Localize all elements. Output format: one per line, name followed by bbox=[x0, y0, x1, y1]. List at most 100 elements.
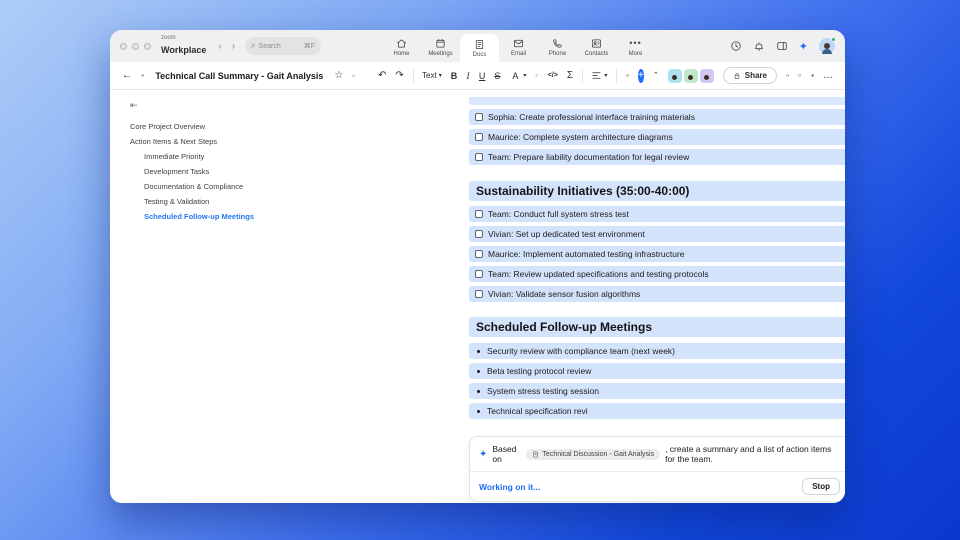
checkbox[interactable] bbox=[475, 133, 483, 141]
tab-more[interactable]: ••• More bbox=[616, 32, 655, 62]
align-dropdown[interactable]: ▾ bbox=[591, 70, 607, 81]
sidebar-item-action-items[interactable]: Action Items & Next Steps bbox=[130, 134, 290, 149]
cloud-sync-icon bbox=[352, 74, 356, 77]
tab-contacts[interactable]: Contacts bbox=[577, 32, 616, 62]
todo-item[interactable]: Vivian: Set up dedicated test environmen… bbox=[469, 226, 845, 242]
close-window-button[interactable] bbox=[120, 42, 127, 50]
underline-button[interactable]: U bbox=[479, 71, 486, 81]
tab-docs[interactable]: Docs bbox=[460, 34, 499, 62]
formula-icon[interactable]: Σ bbox=[567, 70, 573, 81]
app-window: zoom Workplace ‹ › ⌕ Search ⌘F Home Meet… bbox=[110, 30, 845, 503]
sidebar-item-scheduled-follow-up[interactable]: Scheduled Follow-up Meetings bbox=[130, 209, 290, 224]
sidebar-item-core-project-overview[interactable]: Core Project Overview bbox=[130, 119, 290, 134]
home-icon bbox=[397, 38, 406, 48]
collaborator-avatar[interactable] bbox=[667, 68, 682, 83]
checkbox[interactable] bbox=[475, 153, 483, 161]
code-icon[interactable]: </> bbox=[548, 72, 558, 79]
document-icon bbox=[533, 451, 539, 457]
redo-icon[interactable]: ↷ bbox=[395, 70, 403, 81]
top-right-actions: ✦ bbox=[730, 30, 836, 62]
bullet-item[interactable]: Beta testing protocol review bbox=[469, 363, 845, 379]
status-online-dot bbox=[831, 37, 836, 42]
text-style-dropdown[interactable]: Text ▾ bbox=[422, 71, 442, 80]
collaborator-avatar[interactable] bbox=[699, 68, 714, 83]
source-doc-chip[interactable]: Technical Discussion - Gait Analysis bbox=[526, 448, 661, 460]
document-canvas[interactable]: Sophia: Create professional interface tr… bbox=[290, 90, 845, 503]
ai-status-text: Working on it... bbox=[479, 481, 541, 492]
todo-item[interactable]: Team: Review updated specifications and … bbox=[469, 266, 845, 282]
maximize-window-button[interactable] bbox=[144, 42, 151, 50]
collaborator-avatars bbox=[667, 68, 714, 83]
ai-prompt-suffix: , create a summary and a list of action … bbox=[665, 444, 832, 464]
stop-button[interactable]: Stop bbox=[802, 478, 840, 495]
todo-item[interactable]: Maurice: Complete system architecture di… bbox=[469, 129, 845, 145]
todo-item[interactable]: Vivian: Validate sensor fusion algorithm… bbox=[469, 286, 845, 302]
collapse-toolbar-icon[interactable]: ⌃ bbox=[653, 72, 659, 79]
chevron-down-icon: ▾ bbox=[438, 73, 442, 79]
tab-email[interactable]: Email bbox=[499, 32, 538, 62]
lock-icon bbox=[734, 72, 740, 79]
todo-item[interactable]: Sophia: Create professional interface tr… bbox=[469, 109, 845, 125]
main-nav-tabs: Home Meetings Docs Email Phone Contacts bbox=[382, 30, 655, 62]
nav-back-icon[interactable]: ‹ bbox=[218, 41, 221, 52]
ai-companion-panel: ✦ Based on Technical Discussion - Gait A… bbox=[469, 436, 845, 502]
checkbox[interactable] bbox=[475, 250, 483, 258]
bullet-item[interactable]: Technical specification revi bbox=[469, 403, 845, 419]
favorite-star-icon[interactable]: ☆ bbox=[334, 70, 343, 81]
checkbox[interactable] bbox=[475, 210, 483, 218]
todo-item[interactable]: Maurice: Implement automated testing inf… bbox=[469, 246, 845, 262]
todo-item[interactable]: Team: Conduct full system stress test bbox=[469, 206, 845, 222]
sidebar-item-documentation-compliance[interactable]: Documentation & Compliance bbox=[130, 179, 290, 194]
chat-icon[interactable] bbox=[798, 70, 802, 81]
checkbox[interactable] bbox=[475, 290, 483, 298]
sidebar-item-testing-validation[interactable]: Testing & Validation bbox=[130, 194, 290, 209]
clipped-row bbox=[469, 97, 845, 105]
bold-button[interactable]: B bbox=[451, 71, 458, 81]
back-icon[interactable]: ← bbox=[122, 70, 132, 81]
sidebar-item-immediate-priority[interactable]: Immediate Priority bbox=[130, 149, 290, 164]
phone-icon bbox=[553, 38, 562, 48]
collaborator-avatar[interactable] bbox=[683, 68, 698, 83]
checkbox[interactable] bbox=[475, 230, 483, 238]
collapse-sidebar-icon[interactable]: ⇤ bbox=[130, 100, 290, 111]
section-heading: Scheduled Follow-up Meetings bbox=[469, 317, 845, 337]
ai-insert-button[interactable]: + bbox=[638, 68, 644, 83]
sidebar-item-development-tasks[interactable]: Development Tasks bbox=[130, 164, 290, 179]
ai-companion-icon[interactable]: ✦ bbox=[799, 40, 808, 53]
calendar-icon bbox=[436, 38, 445, 48]
text-color-dropdown[interactable]: A ▾ bbox=[509, 71, 526, 81]
tab-meetings[interactable]: Meetings bbox=[421, 32, 460, 62]
search-input[interactable]: ⌕ Search ⌘F bbox=[245, 37, 322, 55]
tab-phone[interactable]: Phone bbox=[538, 32, 577, 62]
strikethrough-button[interactable]: S bbox=[494, 71, 500, 81]
ai-prompt-prefix: Based on bbox=[492, 444, 517, 464]
link-icon[interactable] bbox=[535, 70, 539, 81]
more-options-icon[interactable]: … bbox=[823, 70, 833, 81]
docs-home-icon[interactable] bbox=[141, 70, 144, 81]
bullet-dot bbox=[477, 409, 480, 413]
share-button[interactable]: Share bbox=[722, 67, 777, 84]
search-icon: ⌕ bbox=[251, 41, 256, 50]
globe-icon[interactable] bbox=[811, 70, 814, 81]
ai-sparkle-icon: ✦ bbox=[479, 448, 488, 460]
todo-item[interactable]: Team: Prepare liability documentation fo… bbox=[469, 149, 845, 165]
bullet-item[interactable]: System stress testing session bbox=[469, 383, 845, 399]
email-icon bbox=[514, 39, 523, 47]
side-panel-icon[interactable] bbox=[776, 40, 788, 52]
bullet-item[interactable]: Security review with compliance team (ne… bbox=[469, 343, 845, 359]
avatar[interactable] bbox=[819, 37, 836, 54]
comment-icon[interactable] bbox=[626, 70, 629, 81]
checkbox[interactable] bbox=[475, 270, 483, 278]
notifications-bell-icon[interactable] bbox=[753, 40, 765, 52]
section-heading: Sustainability Initiatives (35:00-40:00) bbox=[469, 181, 845, 201]
zoom-workplace-logo: zoom Workplace bbox=[161, 35, 207, 55]
window-controls[interactable] bbox=[120, 42, 151, 50]
video-camera-icon[interactable] bbox=[786, 70, 790, 81]
checkbox[interactable] bbox=[475, 113, 483, 121]
undo-icon[interactable]: ↶ bbox=[378, 70, 386, 81]
tab-home[interactable]: Home bbox=[382, 32, 421, 62]
minimize-window-button[interactable] bbox=[132, 42, 139, 50]
history-icon[interactable] bbox=[730, 40, 742, 52]
nav-forward-icon[interactable]: › bbox=[232, 41, 235, 52]
italic-button[interactable]: I bbox=[466, 71, 470, 81]
